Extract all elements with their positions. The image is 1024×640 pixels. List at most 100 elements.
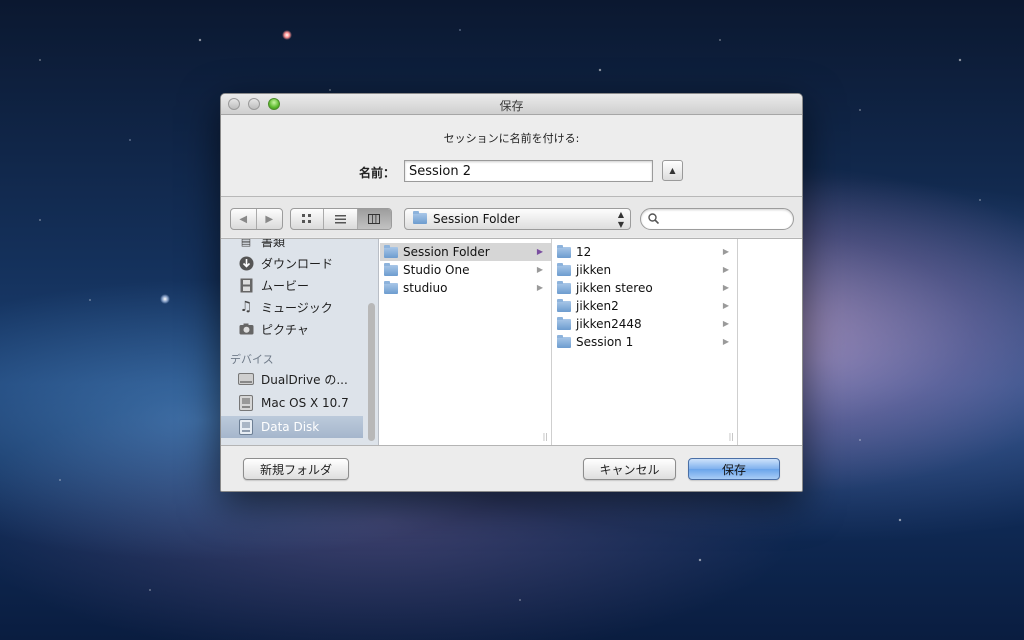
sidebar: ▤ 書類 ダウンロード ムービー ♫ ミュージック ピクチャ デバイス Dual… [221, 239, 379, 445]
back-button[interactable]: ◀ [231, 209, 257, 229]
list-item[interactable]: jikken2448 ▶ [553, 315, 737, 333]
column-view-icon [368, 214, 381, 224]
folder-icon [557, 244, 571, 258]
sidebar-item-movies[interactable]: ムービー [238, 274, 309, 296]
cancel-button[interactable]: キャンセル [583, 458, 676, 480]
browser-column-1: Session Folder ▶ Studio One ▶ studiuo ▶ … [380, 239, 552, 445]
column-view-button[interactable] [357, 209, 391, 229]
disclosure-arrow-icon: ▶ [722, 247, 729, 256]
desktop-red-star [282, 30, 292, 40]
search-field[interactable] [640, 208, 794, 230]
column-resize-handle[interactable]: || [729, 432, 734, 441]
item-label: Studio One [403, 263, 470, 277]
sidebar-item-label: Data Disk [261, 420, 320, 434]
dialog-buttons: 新規フォルダ キャンセル 保存 [221, 446, 802, 491]
movie-icon [238, 277, 254, 293]
icon-view-button[interactable] [291, 209, 325, 229]
folder-icon [413, 211, 427, 224]
list-view-icon [335, 214, 347, 223]
item-label: jikken [576, 263, 612, 277]
disclosure-arrow-icon: ▶ [722, 265, 729, 274]
item-label: jikken2448 [576, 317, 642, 331]
download-icon [238, 255, 254, 271]
music-icon: ♫ [239, 299, 253, 315]
browser-toolbar: ◀ ▶ Session Folder ▲ ▼ [221, 197, 802, 237]
sidebar-item-documents[interactable]: ▤ 書類 [238, 239, 285, 252]
list-item[interactable]: Session 1 ▶ [553, 333, 737, 351]
disclosure-arrow-icon: ▶ [536, 265, 543, 274]
folder-icon [557, 280, 571, 294]
list-item[interactable]: Session Folder ▶ [380, 243, 551, 261]
save-dialog: 保存 セッションに名前を付ける: 名前： ▲ ◀ ▶ Session Folde… [220, 93, 803, 492]
item-label: jikken2 [576, 299, 619, 313]
sidebar-item-label: ミュージック [261, 300, 333, 315]
file-name-input[interactable] [404, 160, 653, 182]
list-view-button[interactable] [324, 209, 358, 229]
drive-icon [238, 395, 254, 411]
camera-icon [238, 321, 254, 337]
list-item[interactable]: jikken2 ▶ [553, 297, 737, 315]
folder-icon [384, 280, 398, 294]
sidebar-item-macosx[interactable]: Mac OS X 10.7 [238, 392, 349, 414]
sidebar-item-music[interactable]: ♫ ミュージック [238, 296, 333, 318]
disclosure-arrow-icon: ▶ [722, 337, 729, 346]
file-browser: ▤ 書類 ダウンロード ムービー ♫ ミュージック ピクチャ デバイス Dual… [221, 238, 802, 446]
drive-icon [238, 371, 254, 387]
folder-icon [557, 298, 571, 312]
navigation-segment: ◀ ▶ [230, 208, 283, 230]
sidebar-item-downloads[interactable]: ダウンロード [238, 252, 333, 274]
document-icon: ▤ [240, 239, 252, 248]
sidebar-item-label: Mac OS X 10.7 [261, 396, 349, 410]
sidebar-item-label: DualDrive の... [261, 372, 348, 387]
sidebar-item-label: ムービー [261, 278, 310, 293]
disclosure-arrow-icon: ▶ [536, 247, 543, 256]
folder-icon [384, 244, 398, 258]
collapse-toggle-button[interactable]: ▲ [662, 160, 683, 181]
sidebar-item-pictures[interactable]: ピクチャ [238, 318, 309, 340]
item-label: Session Folder [403, 245, 490, 259]
item-label: studiuo [403, 281, 448, 295]
list-item[interactable]: jikken ▶ [553, 261, 737, 279]
list-item[interactable]: Studio One ▶ [380, 261, 551, 279]
folder-icon [557, 316, 571, 330]
sidebar-item-data-disk[interactable]: Data Disk [221, 416, 363, 438]
dialog-title: 保存 [499, 99, 524, 113]
disclosure-arrow-icon: ▶ [722, 301, 729, 310]
sidebar-item-label: 書類 [261, 239, 286, 249]
disclosure-arrow-icon: ▶ [536, 283, 543, 292]
drive-icon [238, 419, 254, 435]
disclosure-arrow-icon: ▶ [722, 319, 729, 328]
popup-arrows-icon: ▲ ▼ [617, 210, 624, 229]
view-mode-segment [290, 208, 392, 230]
list-item[interactable]: 12 ▶ [553, 243, 737, 261]
item-label: jikken stereo [576, 281, 653, 295]
folder-icon [384, 262, 398, 276]
title-bar: 保存 [221, 94, 802, 115]
browser-column-3 [739, 239, 802, 445]
location-label: Session Folder [433, 212, 520, 226]
icon-view-icon [302, 214, 312, 223]
sidebar-item-label: ダウンロード [261, 256, 334, 271]
save-prompt: セッションに名前を付ける: [443, 132, 580, 145]
list-item[interactable]: studiuo ▶ [380, 279, 551, 297]
name-area: セッションに名前を付ける: 名前： ▲ [221, 116, 802, 196]
folder-icon [557, 334, 571, 348]
sidebar-item-label: ピクチャ [261, 322, 309, 337]
item-label: Session 1 [576, 335, 634, 349]
folder-icon [557, 262, 571, 276]
save-button[interactable]: 保存 [688, 458, 780, 480]
item-label: 12 [576, 245, 592, 259]
desktop-white-star [160, 294, 170, 304]
disclosure-arrow-icon: ▶ [722, 283, 729, 292]
sidebar-scrollbar[interactable] [368, 303, 375, 441]
browser-column-2: 12 ▶ jikken ▶ jikken stereo ▶ jikken2 ▶ … [553, 239, 738, 445]
forward-button[interactable]: ▶ [257, 209, 282, 229]
new-folder-button[interactable]: 新規フォルダ [243, 458, 349, 480]
location-popup[interactable]: Session Folder ▲ ▼ [404, 208, 631, 230]
devices-header: デバイス [230, 353, 274, 366]
list-item[interactable]: jikken stereo ▶ [553, 279, 737, 297]
search-icon [648, 213, 660, 227]
sidebar-item-dualdrive[interactable]: DualDrive の... [238, 368, 348, 390]
name-label: 名前： [359, 166, 396, 180]
column-resize-handle[interactable]: || [543, 432, 548, 441]
